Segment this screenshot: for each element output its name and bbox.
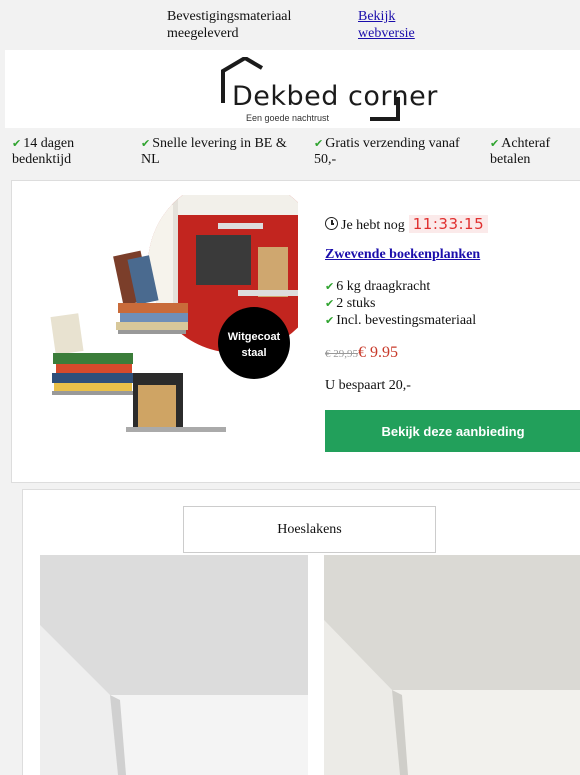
checkmark-icon: ✔: [141, 137, 151, 150]
brand-logo[interactable]: Dekbed corner Een goede nachtrust: [220, 57, 437, 123]
logo-area: Dekbed corner Een goede nachtrust: [5, 50, 580, 128]
countdown-timer: 11:33:15: [408, 215, 489, 233]
countdown-row: Je hebt nog 11:33:15: [325, 215, 489, 234]
countdown-label: Je hebt nog: [341, 218, 405, 233]
brand-name: Dekbed corner: [232, 81, 438, 112]
checkmark-icon: ✔: [314, 137, 324, 150]
view-offer-button[interactable]: Bekijk deze aanbieding: [325, 410, 580, 452]
top-bar: Bevestigingsmateriaal meegeleverd Bekijk…: [0, 0, 580, 48]
usp-item: ✔ 14 dagen bedenktijd: [12, 136, 75, 167]
brand-tagline: Een goede nachtrust: [246, 113, 330, 123]
checkmark-icon: ✔: [12, 137, 22, 150]
old-price: € 29,95: [325, 348, 358, 360]
checkmark-icon: ✔: [325, 314, 335, 327]
feature-item: ✔ 6 kg draagkracht: [325, 279, 431, 294]
clock-icon: [325, 217, 338, 230]
badge-line-2: staal: [241, 347, 266, 359]
bookshelf-product-image[interactable]: Witgecoat staal: [38, 195, 298, 457]
checkmark-icon: ✔: [490, 137, 500, 150]
fitted-sheet-image[interactable]: [40, 555, 308, 775]
view-web-version-link[interactable]: Bekijk webversie: [358, 8, 438, 42]
offer-card: Witgecoat staal Je hebt nog 11:33:15 Zwev…: [11, 180, 580, 483]
usp-item: ✔ Snelle levering in BE & NL: [141, 136, 287, 167]
feature-item: ✔ 2 stuks: [325, 296, 376, 311]
usp-item: ✔ Gratis verzending vanaf 50,-: [314, 136, 460, 167]
usp-item: ✔ Achteraf betalen: [490, 136, 551, 167]
savings-text: U bespaart 20,-: [325, 378, 411, 393]
badge-line-1: Witgecoat: [228, 331, 281, 343]
new-price: € 9.95: [358, 344, 398, 361]
category-button-hoeslakens[interactable]: Hoeslakens: [183, 506, 436, 553]
fastening-text: Bevestigingsmateriaal meegeleverd: [167, 9, 292, 41]
fitted-sheet-image[interactable]: [324, 555, 580, 775]
checkmark-icon: ✔: [325, 280, 335, 293]
product-title-link[interactable]: Zwevende boekenplanken: [325, 247, 480, 263]
feature-item: ✔ Incl. bevestingsmateriaal: [325, 313, 477, 328]
category-section: Hoeslakens: [22, 489, 580, 775]
price-block: € 29,95€ 9.95: [325, 344, 398, 362]
checkmark-icon: ✔: [325, 297, 335, 310]
